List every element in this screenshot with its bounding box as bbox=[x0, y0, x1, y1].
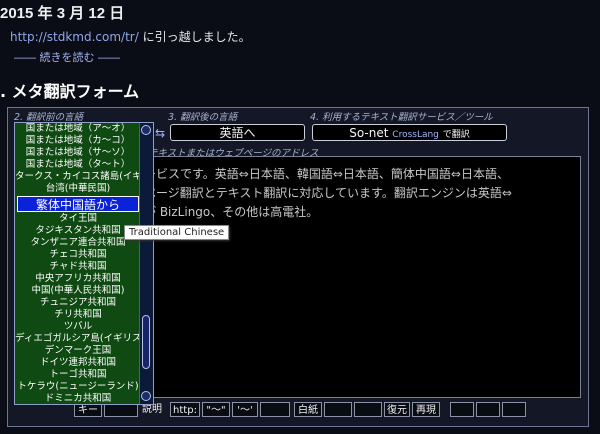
dropdown-item[interactable]: チュニジア共和国 bbox=[15, 297, 141, 309]
single-quote-button[interactable]: '〜' bbox=[232, 402, 258, 417]
toolbar-empty-slot[interactable] bbox=[476, 402, 500, 417]
replay-button[interactable]: 再現 bbox=[412, 402, 440, 417]
dropdown-item[interactable]: デンマーク王国 bbox=[15, 345, 141, 357]
scroll-thumb[interactable] bbox=[142, 315, 150, 369]
toolbar-empty-slot[interactable] bbox=[450, 402, 474, 417]
dropdown-item[interactable]: 中央アフリカ共和国 bbox=[15, 273, 141, 285]
textarea-line: ページ翻訳とテキスト翻訳に対応しています。翻訳エンジンは英語⇔ bbox=[144, 186, 512, 200]
dropdown-selected-item[interactable]: 繁体中国語から bbox=[17, 196, 139, 212]
read-more-link[interactable]: ―― 続きを読む ―― bbox=[14, 49, 120, 65]
service-button[interactable]: So-net CrossLang で翻訳 bbox=[312, 124, 507, 141]
http-button[interactable]: http: bbox=[170, 402, 200, 417]
dropdown-scrollbar[interactable] bbox=[139, 123, 153, 404]
dropdown-item[interactable]: 台湾(中華民国) bbox=[15, 183, 141, 195]
toolbar-empty-slot[interactable] bbox=[502, 402, 526, 417]
dropdown-item[interactable]: ディエゴガルシア島(イギリス) bbox=[15, 333, 145, 345]
textarea-line: が BizLingo、その他は高電社。 bbox=[144, 205, 319, 219]
service-name: So-net bbox=[349, 126, 389, 140]
dropdown-item[interactable]: タンザニア連合共和国 bbox=[15, 237, 141, 249]
dropdown-item[interactable]: ドイツ連邦共和国 bbox=[15, 357, 141, 369]
dropdown-item[interactable]: トーゴ共和国 bbox=[15, 369, 141, 381]
dropdown-item[interactable]: チャド共和国 bbox=[15, 261, 141, 273]
target-language-button[interactable]: 英語へ bbox=[170, 124, 305, 141]
moved-notice: http://stdkmd.com/tr/ に引っ越しました。 bbox=[10, 28, 251, 45]
dropdown-item[interactable]: 国または地域（サ〜ソ） bbox=[15, 147, 141, 159]
scroll-up-icon[interactable] bbox=[141, 125, 151, 135]
dropdown-item[interactable]: 国または地域（ア〜オ） bbox=[15, 123, 141, 135]
toolbar-empty-slot[interactable] bbox=[260, 402, 290, 417]
moved-text: に引っ越しました。 bbox=[138, 30, 251, 44]
dropdown-item[interactable]: タイ王国 bbox=[15, 213, 141, 225]
swap-icon[interactable]: ⇆ bbox=[155, 126, 165, 140]
dropdown-item[interactable]: トケラウ(ニュージーランド) bbox=[15, 381, 141, 393]
label-service: 4. 利用するテキスト翻訳サービス／ツール bbox=[310, 112, 493, 123]
dropdown-item[interactable]: ドミニカ共和国 bbox=[15, 393, 141, 404]
text-input-area[interactable]: ービスです。英語⇔日本語、韓国語⇔日本語、簡体中国語⇔日本語、 ページ翻訳とテキ… bbox=[133, 156, 581, 398]
double-quote-button[interactable]: "〜" bbox=[202, 402, 230, 417]
toolbar-empty-slot[interactable] bbox=[324, 402, 352, 417]
label-source-lang: 2. 翻訳前の言語 bbox=[14, 112, 84, 123]
service-brand: CrossLang bbox=[392, 130, 439, 140]
post-date: 2015 年 3 月 12 日 bbox=[0, 5, 125, 22]
dropdown-list: 国または地域（ア〜オ） 国または地域（カ〜コ） 国または地域（サ〜ソ） 国または地域（… bbox=[15, 123, 153, 404]
textarea-line: ービスです。英語⇔日本語、韓国語⇔日本語、簡体中国語⇔日本語、 bbox=[144, 167, 509, 181]
dropdown-item[interactable]: 国または地域（タ〜ト） bbox=[15, 159, 141, 171]
service-suffix: で翻訳 bbox=[442, 130, 470, 140]
dropdown-item[interactable]: ツバル bbox=[15, 321, 141, 333]
dropdown-item[interactable]: 国または地域（カ〜コ） bbox=[15, 135, 141, 147]
dropdown-item[interactable]: チェコ共和国 bbox=[15, 249, 141, 261]
dropdown-item[interactable]: タジキスタン共和国 bbox=[15, 225, 141, 237]
dropdown-item[interactable]: タークス・カイコス諸島(イギリス) bbox=[15, 171, 153, 183]
blank-button[interactable]: 白紙 bbox=[294, 402, 322, 417]
source-language-dropdown[interactable]: 国または地域（ア〜オ） 国または地域（カ〜コ） 国または地域（サ〜ソ） 国または地域（… bbox=[14, 122, 154, 405]
dropdown-item[interactable]: 中国(中華人民共和国) bbox=[15, 285, 141, 297]
scroll-down-icon[interactable] bbox=[141, 391, 151, 401]
section-heading: . メタ翻訳フォーム bbox=[0, 82, 140, 101]
moved-link[interactable]: http://stdkmd.com/tr/ bbox=[10, 30, 139, 44]
toolbar-empty-slot[interactable] bbox=[354, 402, 382, 417]
restore-button[interactable]: 復元 bbox=[384, 402, 410, 417]
label-target-lang: 3. 翻訳後の言語 bbox=[168, 112, 238, 123]
language-tooltip: Traditional Chinese bbox=[124, 225, 230, 240]
dropdown-item[interactable]: チリ共和国 bbox=[15, 309, 141, 321]
